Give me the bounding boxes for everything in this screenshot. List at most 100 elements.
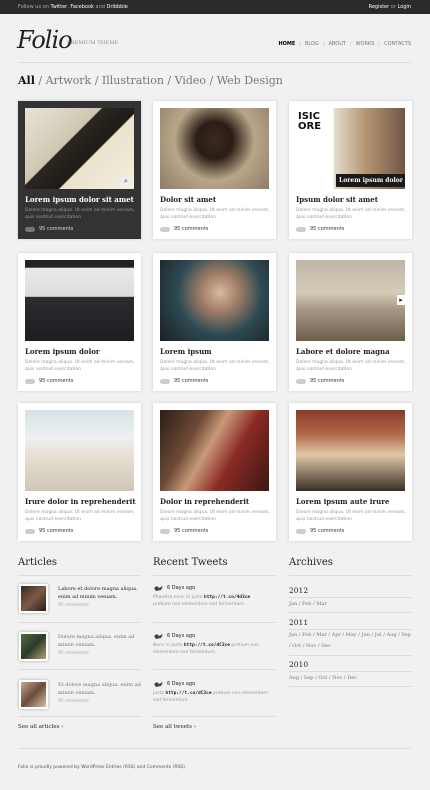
article-thumbnail[interactable] — [19, 680, 48, 709]
comments-count[interactable]: 95 comments — [39, 226, 73, 232]
article-thumbnail[interactable] — [19, 584, 48, 613]
filter-illustration[interactable]: Illustration — [102, 74, 164, 87]
account-links: Register or Login — [369, 0, 411, 14]
article-item[interactable]: Labore et dolore magna aliqua. enim ad m… — [18, 584, 141, 632]
archive-divider — [289, 655, 412, 656]
login-link[interactable]: Login — [398, 4, 412, 10]
image-overlay-caption: Lorem ipsum dolor s — [336, 174, 405, 187]
nav-home[interactable]: HOME — [278, 41, 295, 47]
see-all-articles-link[interactable]: See all articles › — [18, 724, 63, 730]
tweet-link[interactable]: http://t.co/dC3ce — [165, 691, 211, 696]
archive-year[interactable]: 2011 — [289, 618, 308, 627]
card-title[interactable]: Lorem ipsum dolor sit amet — [25, 195, 134, 204]
card-title[interactable]: Ipsum dolor sit amet — [296, 195, 378, 204]
article-item[interactable]: Et dolore magna aliqua. enim ad minim ve… — [18, 680, 141, 728]
card-title[interactable]: Lorem ipsum aute irure — [296, 497, 389, 506]
comments-count[interactable]: 95 comments — [174, 378, 208, 384]
portfolio-card[interactable]: Dolor sit amet Dolore magna aliqua. Ut e… — [153, 101, 276, 239]
archive-months[interactable]: Aug / Sep / Oct / Nov / Dec — [289, 673, 412, 684]
archive-months[interactable]: Jan / Feb / Mar / Apr / May / Jun / Jul … — [289, 630, 412, 652]
filter-all[interactable]: All — [18, 74, 35, 87]
article-comments[interactable]: 95 comments — [58, 603, 143, 608]
comments-count[interactable]: 95 comments — [39, 528, 73, 534]
card-comments[interactable]: 95 comments — [25, 528, 73, 534]
filter-video[interactable]: Video — [175, 74, 206, 87]
portfolio-image[interactable] — [160, 108, 269, 189]
site-logo[interactable]: Folio — [17, 26, 73, 54]
article-title[interactable]: Labore et dolore magna aliqua. enim ad m… — [58, 586, 143, 608]
top-bar: Follow us on Twitter, Facebook and Dribb… — [0, 0, 430, 14]
portfolio-card[interactable]: Irure dolor in reprehenderit Dolore magn… — [18, 403, 141, 541]
archive-months[interactable]: Jan / Feb / Mar — [289, 599, 412, 610]
card-title[interactable]: Dolor in reprehenderit — [160, 497, 249, 506]
next-arrow-icon[interactable]: ▸ — [397, 295, 405, 305]
dribbble-link[interactable]: Dribbble — [107, 4, 128, 10]
portfolio-card[interactable]: Lorem ipsum dolor Dolore magna aliqua. U… — [18, 253, 141, 391]
portfolio-card[interactable]: Dolor in reprehenderit Dolore magna aliq… — [153, 403, 276, 541]
portfolio-image[interactable] — [296, 410, 405, 491]
tweet-time: 6 Days ago — [153, 585, 276, 594]
card-comments[interactable]: 95 comments — [296, 226, 344, 232]
article-item[interactable]: Dolore magna aliqua. enim ad minim venia… — [18, 632, 141, 680]
portfolio-card[interactable]: ▸ Labore et dolore magna Dolore magna al… — [289, 253, 412, 391]
article-title[interactable]: Dolore magna aliqua. enim ad minim venia… — [58, 634, 143, 656]
tweet-divider — [153, 716, 276, 717]
card-comments[interactable]: 95 comments — [160, 378, 208, 384]
zoom-icon[interactable]: ⌕ — [121, 177, 131, 186]
card-comments[interactable]: 95 comments — [296, 378, 344, 384]
portfolio-card[interactable]: Lorem ipsum aute irure Dolore magna aliq… — [289, 403, 412, 541]
comments-count[interactable]: 95 comments — [174, 226, 208, 232]
portfolio-image[interactable] — [25, 410, 134, 491]
card-excerpt: Dolore magna aliqua. Ut enim ad minim ve… — [296, 208, 406, 220]
portfolio-image[interactable] — [160, 260, 269, 341]
portfolio-image[interactable]: ISIC ORE Lorem ipsum dolor s — [296, 108, 405, 189]
nav-works[interactable]: WORKS — [356, 41, 375, 47]
tweet-link[interactable]: http://t.co/4d3ce — [204, 595, 250, 600]
card-comments[interactable]: 95 comments — [296, 528, 344, 534]
card-title[interactable]: Lorem ipsum — [160, 347, 212, 356]
see-all-tweets-link[interactable]: See all tweets › — [153, 724, 196, 730]
comments-count[interactable]: 95 comments — [39, 378, 73, 384]
comment-bubble-icon — [160, 226, 170, 232]
tweet-link[interactable]: http://t.co/dC3ce — [184, 643, 230, 648]
comments-count[interactable]: 95 comments — [310, 528, 344, 534]
filter-web-design[interactable]: Web Design — [217, 74, 283, 87]
footer-text: Folio is proudly powered by WordPress En… — [18, 765, 185, 770]
twitter-bird-icon — [154, 586, 163, 591]
archive-year[interactable]: 2012 — [289, 586, 308, 595]
register-link[interactable]: Register — [369, 4, 390, 10]
archive-year[interactable]: 2010 — [289, 660, 308, 669]
comments-count[interactable]: 95 comments — [310, 226, 344, 232]
card-title[interactable]: Irure dolor in reprehenderit — [25, 497, 136, 506]
filter-artwork[interactable]: Artwork — [46, 74, 92, 87]
comments-count[interactable]: 95 comments — [174, 528, 208, 534]
portfolio-image[interactable] — [25, 260, 134, 341]
nav-about[interactable]: ABOUT — [329, 41, 346, 47]
article-comments[interactable]: 95 comments — [58, 699, 143, 704]
portfolio-card[interactable]: ⌕ Lorem ipsum dolor sit amet Dolore magn… — [18, 101, 141, 239]
article-thumbnail[interactable] — [19, 632, 48, 661]
card-comments[interactable]: 95 comments — [25, 226, 73, 232]
card-comments[interactable]: 95 comments — [25, 378, 73, 384]
portfolio-image[interactable] — [160, 410, 269, 491]
nav-contacts[interactable]: CONTACTS — [384, 41, 411, 47]
article-title[interactable]: Et dolore magna aliqua. enim ad minim ve… — [58, 682, 143, 704]
portfolio-card[interactable]: Lorem ipsum Dolore magna aliqua. Ut enim… — [153, 253, 276, 391]
twitter-link[interactable]: Twitter — [50, 4, 67, 10]
portfolio-card[interactable]: ISIC ORE Lorem ipsum dolor s Ipsum dolor… — [289, 101, 412, 239]
portfolio-image[interactable]: ▸ — [296, 260, 405, 341]
article-divider — [18, 669, 141, 670]
archive-divider — [289, 671, 412, 672]
article-comments[interactable]: 95 comments — [58, 651, 143, 656]
nav-blog[interactable]: BLOG — [305, 41, 319, 47]
articles-heading: Articles — [18, 557, 58, 568]
card-title[interactable]: Lorem ipsum dolor — [25, 347, 100, 356]
portfolio-image[interactable]: ⌕ — [25, 108, 134, 189]
facebook-link[interactable]: Facebook — [70, 4, 94, 10]
card-title[interactable]: Dolor sit amet — [160, 195, 216, 204]
card-comments[interactable]: 95 comments — [160, 226, 208, 232]
comments-count[interactable]: 95 comments — [310, 378, 344, 384]
archive-divider — [289, 686, 412, 687]
card-title[interactable]: Labore et dolore magna — [296, 347, 390, 356]
card-comments[interactable]: 95 comments — [160, 528, 208, 534]
